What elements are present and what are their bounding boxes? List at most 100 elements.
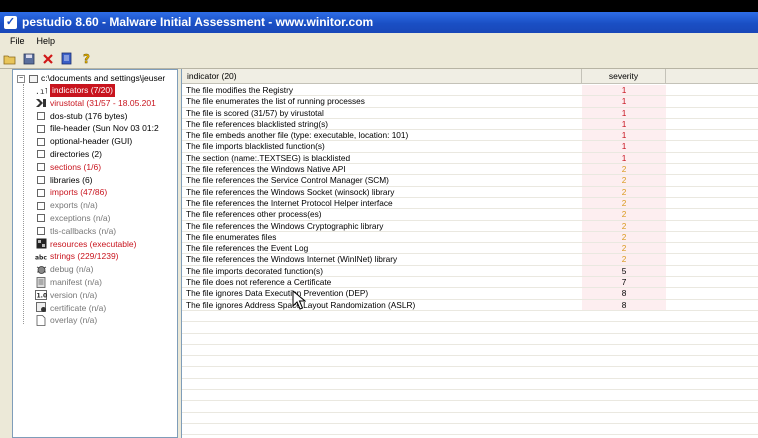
menu-bar: File Help [0,33,758,49]
table-row[interactable]: The file enumerates the list of running … [182,96,758,108]
tree-item-imports[interactable]: imports (47/86) [35,186,177,199]
severity-cell: 2 [582,243,666,254]
indicator-cell: The file references the Internet Protoco… [186,197,393,208]
table-row[interactable]: The file imports decorated function(s) 5 [182,265,758,278]
table-row[interactable]: The file references other process(es) 2 [182,209,758,221]
severity-cell: 2 [582,164,666,175]
overlay-icon [35,315,47,327]
section-icon [35,174,47,185]
svg-text:.ıl: .ıl [35,87,47,95]
severity-cell: 2 [582,220,666,231]
tree-item-optional-header[interactable]: optional-header (GUI) [35,135,177,148]
table-row[interactable]: The file references the Service Control … [182,175,758,187]
tree-item-indicators[interactable]: .ılindicators (7/20) [35,84,177,97]
table-row[interactable]: The section (name:.TEXTSEG) is blacklist… [182,152,758,165]
severity-cell: 1 [582,118,666,130]
empty-cell [182,401,582,411]
tree-item-tls-callbacks[interactable]: tls-callbacks (n/a) [35,225,177,238]
section-icon [35,187,47,198]
tree-item-file-header[interactable]: file-header (Sun Nov 03 01:2 [35,122,177,135]
tree-item-manifest[interactable]: manifest (n/a) [35,276,177,289]
tree-item-label: virustotal (31/57 - 18.05.201 [50,97,156,108]
tree-item-label: tls-callbacks (n/a) [50,225,117,236]
table-row[interactable]: The file enumerates files 2 [182,231,758,244]
delete-icon[interactable] [40,51,55,66]
tree-item-overlay[interactable]: overlay (n/a) [35,314,177,327]
indicator-cell: The file references blacklisted string(s… [186,118,329,129]
resources-icon [35,238,47,249]
section-icon [35,226,47,237]
tree-item-strings[interactable]: abc strings (229/1239) [35,250,177,263]
tree-item-label: libraries (6) [50,174,93,185]
empty-cell [582,412,666,423]
tree-item-sections[interactable]: sections (1/6) [35,161,177,174]
table-row[interactable]: The file ignores Address Space Layout Ra… [182,299,758,311]
empty-row [182,390,758,402]
table-row[interactable]: The file references the Windows Native A… [182,164,758,176]
severity-cell: 2 [582,197,666,209]
save-icon[interactable] [21,51,36,66]
section-icon [35,136,47,147]
column-header-indicator[interactable]: indicator (20) [182,69,582,84]
tree-item-version[interactable]: 1.0 version (n/a) [35,289,177,302]
empty-cell [182,379,582,389]
table-row[interactable]: The file references the Windows Socket (… [182,186,758,198]
tree-item-label: dos-stub (176 bytes) [50,110,128,121]
table-row[interactable]: The file references the Windows Internet… [182,254,758,266]
severity-cell: 1 [582,130,666,141]
table-row[interactable]: The file is scored (31/57) by virustotal… [182,107,758,119]
strings-icon: abc [35,251,47,262]
title-bar[interactable]: ✓ pestudio 8.60 - Malware Initial Assess… [0,12,758,33]
menu-file[interactable]: File [4,33,31,49]
column-header-severity[interactable]: severity [582,69,666,84]
empty-cell [182,424,582,434]
info-icon[interactable]: ? [78,51,93,66]
menu-help[interactable]: Help [31,33,62,49]
tree-item-exceptions[interactable]: exceptions (n/a) [35,212,177,225]
table-row[interactable]: The file references the Windows Cryptogr… [182,220,758,232]
tree-item-label: file-header (Sun Nov 03 01:2 [50,123,159,134]
empty-row [182,310,758,323]
empty-cell [582,310,666,322]
tree-view[interactable]: − c:\documents and settings\jeuser .ılind… [12,69,178,438]
table-row[interactable]: The file references the Internet Protoco… [182,197,758,210]
tree-item-dos-stub[interactable]: dos-stub (176 bytes) [35,110,177,123]
tree-item-debug[interactable]: debug (n/a) [35,263,177,276]
tree-item-libraries[interactable]: libraries (6) [35,174,177,187]
empty-cell [582,333,666,344]
empty-row [182,423,758,436]
document-icon[interactable] [59,51,74,66]
empty-row [182,333,758,345]
tree-item-certificate[interactable]: certificate (n/a) [35,302,177,315]
tree-item-exports[interactable]: exports (n/a) [35,199,177,212]
table-row[interactable]: The file does not reference a Certificat… [182,277,758,289]
table-row[interactable]: The file references blacklisted string(s… [182,118,758,131]
table-row[interactable]: The file modifies the Registry 1 [182,85,758,97]
section-icon [35,110,47,121]
empty-cell [182,334,582,344]
severity-cell: 5 [582,265,666,277]
open-folder-icon[interactable] [2,51,17,66]
table-row[interactable]: The file embeds another file (type: exec… [182,130,758,142]
empty-row [182,367,758,379]
tree-root[interactable]: − c:\documents and settings\jeuser [17,72,165,84]
indicator-cell: The file references the Windows Cryptogr… [186,220,384,231]
version-icon: 1.0 [35,290,47,301]
tree-item-label: indicators (7/20) [50,84,115,97]
empty-cell [582,322,666,333]
empty-cell [582,378,666,390]
severity-cell: 8 [582,299,666,310]
tree-item-virustotal[interactable]: virustotal (31/57 - 18.05.201 [35,97,177,110]
table-row[interactable]: The file ignores Data Execution Preventi… [182,288,758,300]
mouse-cursor-icon [292,290,306,310]
table-row[interactable]: The file references the Event Log 2 [182,243,758,255]
severity-cell: 2 [582,186,666,197]
indicators-icon: .ıl [35,85,47,96]
tree-item-resources[interactable]: resources (executable) [35,238,177,251]
collapse-icon[interactable]: − [17,74,25,83]
tree-item-directories[interactable]: directories (2) [35,148,177,161]
table-row[interactable]: The file imports blacklisted function(s)… [182,141,758,153]
empty-cell [582,390,666,401]
severity-cell: 1 [582,152,666,164]
empty-cell [582,344,666,356]
